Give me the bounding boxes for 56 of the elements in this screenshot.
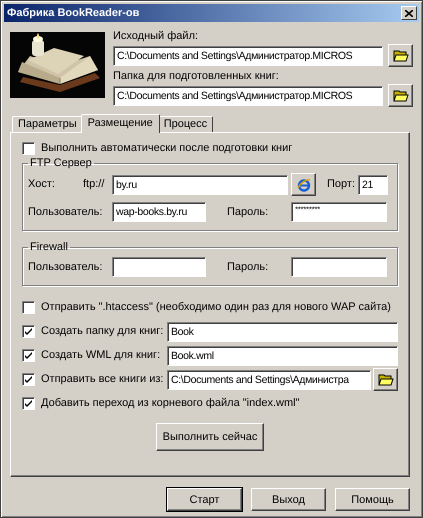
output-folder-field[interactable]: C:\Documents and Settings\Администратор.MICROS bbox=[113, 86, 383, 106]
checkbox[interactable] bbox=[22, 349, 35, 362]
password-field[interactable] bbox=[291, 257, 387, 277]
check-mark-icon bbox=[24, 351, 33, 360]
folder-icon bbox=[392, 89, 408, 102]
ftp-prefix: ftp:// bbox=[83, 178, 106, 191]
checkbox[interactable] bbox=[22, 373, 35, 386]
group-title: FTP Сервер bbox=[29, 157, 93, 169]
user-label: Пользователь: bbox=[28, 260, 104, 274]
dialog-button[interactable]: Выход bbox=[251, 488, 326, 511]
browse-button[interactable] bbox=[373, 368, 398, 391]
checkbox[interactable] bbox=[22, 301, 35, 314]
checkbox[interactable] bbox=[22, 397, 35, 410]
dialog-button[interactable]: Помощь bbox=[335, 488, 410, 511]
checkbox[interactable] bbox=[22, 325, 35, 338]
run-now-button[interactable]: Выполнить сейчас bbox=[156, 423, 264, 451]
check-mark-icon bbox=[24, 399, 33, 408]
source-label: Исходный файл: bbox=[113, 30, 200, 43]
browse-button[interactable] bbox=[388, 44, 413, 67]
checkbox-label: Создать папку для книг: bbox=[41, 325, 161, 338]
dialog-button[interactable]: Старт bbox=[167, 488, 242, 511]
close-icon bbox=[405, 10, 413, 16]
output-folder-label: Папка для подготовленных книг: bbox=[113, 70, 280, 83]
input-field[interactable]: C:\Documents and Settings\Администра bbox=[167, 370, 371, 390]
tab[interactable]: Параметры bbox=[12, 116, 83, 132]
close-button[interactable] bbox=[401, 6, 417, 20]
window-title: Фабрика BookReader-ов bbox=[7, 7, 140, 19]
checkbox[interactable] bbox=[22, 142, 35, 155]
user-field[interactable] bbox=[112, 257, 206, 277]
check-mark-icon bbox=[24, 327, 33, 336]
group-title: Firewall bbox=[29, 241, 69, 253]
folder-icon bbox=[392, 49, 408, 62]
source-field[interactable]: C:\Documents and Settings\Администратор.MICROS bbox=[113, 46, 383, 66]
checkbox-label: Выполнить автоматически после подготовки книг bbox=[41, 142, 292, 155]
checkbox-label: Добавить переход из корневого файла "index.wml" bbox=[41, 397, 300, 410]
password-label: Пароль: bbox=[227, 260, 270, 274]
input-field[interactable]: Book.wml bbox=[167, 346, 398, 366]
browser-button[interactable] bbox=[291, 173, 316, 196]
input-field[interactable]: Book bbox=[167, 322, 398, 342]
host-field[interactable]: by.ru bbox=[112, 174, 288, 194]
browser-icon bbox=[296, 178, 310, 192]
user-field[interactable]: wap-books.by.ru bbox=[112, 202, 206, 222]
password-label: Пароль: bbox=[227, 206, 270, 218]
tab[interactable]: Размещение bbox=[80, 114, 160, 133]
folder-icon bbox=[378, 373, 394, 386]
port-field[interactable]: 21 bbox=[358, 174, 388, 194]
check-mark-icon bbox=[24, 375, 33, 384]
checkbox-label: Отправить ".htaccess" (необходимо один раз для нового WAP сайта) bbox=[41, 301, 391, 314]
port-label: Порт: bbox=[327, 178, 356, 191]
checkbox-label: Создать WML для книг: bbox=[41, 349, 161, 362]
user-label: Пользователь: bbox=[28, 206, 104, 218]
checkbox-label: Отправить все книги из: bbox=[41, 373, 161, 386]
password-field[interactable]: ********* bbox=[291, 202, 387, 222]
browse-button[interactable] bbox=[388, 84, 413, 107]
host-label: Хост: bbox=[28, 178, 56, 191]
tab[interactable]: Процесс bbox=[158, 116, 214, 132]
